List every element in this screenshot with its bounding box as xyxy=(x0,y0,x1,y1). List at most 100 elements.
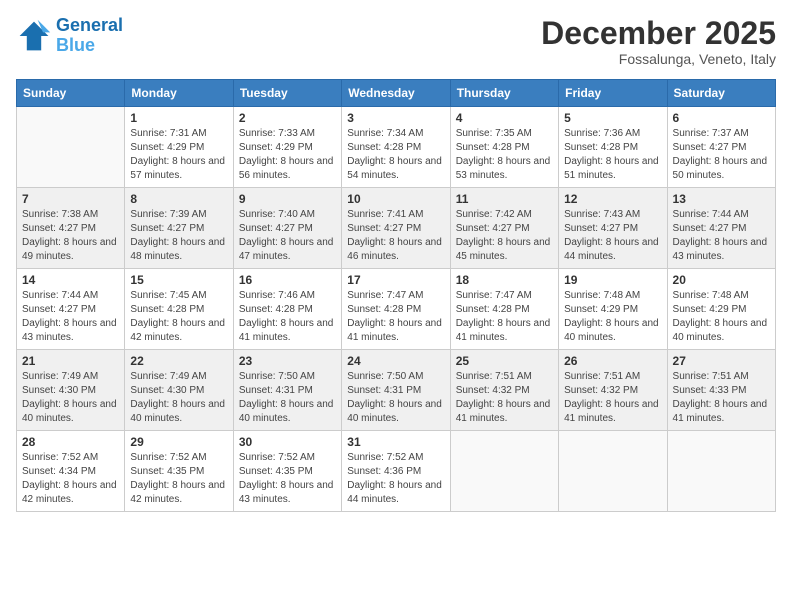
calendar-cell: 5 Sunrise: 7:36 AMSunset: 4:28 PMDaylight… xyxy=(559,107,667,188)
day-info: Sunrise: 7:49 AMSunset: 4:30 PMDaylight:… xyxy=(130,370,227,426)
calendar-week-3: 14 Sunrise: 7:44 AMSunset: 4:27 PMDayligh… xyxy=(17,269,776,350)
day-number: 31 xyxy=(347,435,444,449)
day-number: 23 xyxy=(239,354,336,368)
day-number: 4 xyxy=(456,111,553,125)
calendar-cell: 11 Sunrise: 7:42 AMSunset: 4:27 PMDayligh… xyxy=(450,188,558,269)
calendar-cell: 30 Sunrise: 7:52 AMSunset: 4:35 PMDayligh… xyxy=(233,431,341,512)
calendar-cell: 1 Sunrise: 7:31 AMSunset: 4:29 PMDaylight… xyxy=(125,107,233,188)
calendar-cell: 3 Sunrise: 7:34 AMSunset: 4:28 PMDaylight… xyxy=(342,107,450,188)
day-info: Sunrise: 7:44 AMSunset: 4:27 PMDaylight:… xyxy=(22,289,119,345)
day-number: 8 xyxy=(130,192,227,206)
day-number: 14 xyxy=(22,273,119,287)
calendar-header-row: SundayMondayTuesdayWednesdayThursdayFrid… xyxy=(17,80,776,107)
day-number: 19 xyxy=(564,273,661,287)
day-number: 22 xyxy=(130,354,227,368)
day-info: Sunrise: 7:50 AMSunset: 4:31 PMDaylight:… xyxy=(347,370,444,426)
month-title: December 2025 xyxy=(541,16,776,51)
calendar-cell: 15Sunrise: 7:45 AMSunset: 4:28 PMDayligh… xyxy=(125,269,233,350)
day-info: Sunrise: 7:44 AMSunset: 4:27 PMDaylight:… xyxy=(673,208,770,264)
calendar-cell: 24 Sunrise: 7:50 AMSunset: 4:31 PMDayligh… xyxy=(342,350,450,431)
calendar-week-4: 21 Sunrise: 7:49 AMSunset: 4:30 PMDayligh… xyxy=(17,350,776,431)
day-info: Sunrise: 7:41 AMSunset: 4:27 PMDaylight:… xyxy=(347,208,444,264)
day-info: Sunrise: 7:47 AMSunset: 4:28 PMDaylight:… xyxy=(347,289,444,345)
day-info: Sunrise: 7:50 AMSunset: 4:31 PMDaylight:… xyxy=(239,370,336,426)
weekday-header-wednesday: Wednesday xyxy=(342,80,450,107)
day-number: 7 xyxy=(22,192,119,206)
calendar-week-1: 1 Sunrise: 7:31 AMSunset: 4:29 PMDaylight… xyxy=(17,107,776,188)
logo-text: General Blue xyxy=(56,16,123,56)
calendar-cell: 10Sunrise: 7:41 AMSunset: 4:27 PMDayligh… xyxy=(342,188,450,269)
calendar-cell: 13Sunrise: 7:44 AMSunset: 4:27 PMDayligh… xyxy=(667,188,775,269)
calendar-cell: 28 Sunrise: 7:52 AMSunset: 4:34 PMDayligh… xyxy=(17,431,125,512)
weekday-header-sunday: Sunday xyxy=(17,80,125,107)
day-info: Sunrise: 7:38 AMSunset: 4:27 PMDaylight:… xyxy=(22,208,119,264)
day-info: Sunrise: 7:34 AMSunset: 4:28 PMDaylight:… xyxy=(347,127,444,183)
title-section: December 2025 Fossalunga, Veneto, Italy xyxy=(541,16,776,67)
day-info: Sunrise: 7:36 AMSunset: 4:28 PMDaylight:… xyxy=(564,127,661,183)
calendar-cell: 27 Sunrise: 7:51 AMSunset: 4:33 PMDayligh… xyxy=(667,350,775,431)
day-info: Sunrise: 7:51 AMSunset: 4:32 PMDaylight:… xyxy=(564,370,661,426)
day-info: Sunrise: 7:51 AMSunset: 4:33 PMDaylight:… xyxy=(673,370,770,426)
calendar-cell: 12 Sunrise: 7:43 AMSunset: 4:27 PMDayligh… xyxy=(559,188,667,269)
calendar-table: SundayMondayTuesdayWednesdayThursdayFrid… xyxy=(16,79,776,512)
calendar-week-5: 28 Sunrise: 7:52 AMSunset: 4:34 PMDayligh… xyxy=(17,431,776,512)
weekday-header-saturday: Saturday xyxy=(667,80,775,107)
calendar-cell: 9Sunrise: 7:40 AMSunset: 4:27 PMDaylight… xyxy=(233,188,341,269)
day-info: Sunrise: 7:51 AMSunset: 4:32 PMDaylight:… xyxy=(456,370,553,426)
day-info: Sunrise: 7:35 AMSunset: 4:28 PMDaylight:… xyxy=(456,127,553,183)
calendar-cell xyxy=(450,431,558,512)
day-number: 1 xyxy=(130,111,227,125)
page-header: General Blue December 2025 Fossalunga, V… xyxy=(16,16,776,67)
day-number: 28 xyxy=(22,435,119,449)
day-number: 3 xyxy=(347,111,444,125)
day-number: 21 xyxy=(22,354,119,368)
day-number: 26 xyxy=(564,354,661,368)
day-info: Sunrise: 7:39 AMSunset: 4:27 PMDaylight:… xyxy=(130,208,227,264)
calendar-cell: 31 Sunrise: 7:52 AMSunset: 4:36 PMDayligh… xyxy=(342,431,450,512)
day-info: Sunrise: 7:49 AMSunset: 4:30 PMDaylight:… xyxy=(22,370,119,426)
calendar-cell: 21 Sunrise: 7:49 AMSunset: 4:30 PMDayligh… xyxy=(17,350,125,431)
day-number: 17 xyxy=(347,273,444,287)
day-info: Sunrise: 7:48 AMSunset: 4:29 PMDaylight:… xyxy=(564,289,661,345)
calendar-cell: 7 Sunrise: 7:38 AMSunset: 4:27 PMDaylight… xyxy=(17,188,125,269)
day-number: 12 xyxy=(564,192,661,206)
day-info: Sunrise: 7:52 AMSunset: 4:34 PMDaylight:… xyxy=(22,451,119,507)
calendar-cell xyxy=(17,107,125,188)
calendar-cell: 22 Sunrise: 7:49 AMSunset: 4:30 PMDayligh… xyxy=(125,350,233,431)
weekday-header-monday: Monday xyxy=(125,80,233,107)
day-info: Sunrise: 7:37 AMSunset: 4:27 PMDaylight:… xyxy=(673,127,770,183)
weekday-header-tuesday: Tuesday xyxy=(233,80,341,107)
day-number: 30 xyxy=(239,435,336,449)
day-number: 20 xyxy=(673,273,770,287)
logo-icon xyxy=(16,18,52,54)
calendar-cell: 17 Sunrise: 7:47 AMSunset: 4:28 PMDayligh… xyxy=(342,269,450,350)
calendar-cell: 23 Sunrise: 7:50 AMSunset: 4:31 PMDayligh… xyxy=(233,350,341,431)
day-info: Sunrise: 7:42 AMSunset: 4:27 PMDaylight:… xyxy=(456,208,553,264)
day-number: 29 xyxy=(130,435,227,449)
day-info: Sunrise: 7:33 AMSunset: 4:29 PMDaylight:… xyxy=(239,127,336,183)
day-number: 27 xyxy=(673,354,770,368)
day-info: Sunrise: 7:46 AMSunset: 4:28 PMDaylight:… xyxy=(239,289,336,345)
calendar-cell: 20 Sunrise: 7:48 AMSunset: 4:29 PMDayligh… xyxy=(667,269,775,350)
calendar-cell: 4 Sunrise: 7:35 AMSunset: 4:28 PMDaylight… xyxy=(450,107,558,188)
weekday-header-friday: Friday xyxy=(559,80,667,107)
day-info: Sunrise: 7:48 AMSunset: 4:29 PMDaylight:… xyxy=(673,289,770,345)
calendar-cell: 14 Sunrise: 7:44 AMSunset: 4:27 PMDayligh… xyxy=(17,269,125,350)
calendar-cell: 16Sunrise: 7:46 AMSunset: 4:28 PMDayligh… xyxy=(233,269,341,350)
day-info: Sunrise: 7:43 AMSunset: 4:27 PMDaylight:… xyxy=(564,208,661,264)
logo: General Blue xyxy=(16,16,123,56)
calendar-cell: 26 Sunrise: 7:51 AMSunset: 4:32 PMDayligh… xyxy=(559,350,667,431)
day-info: Sunrise: 7:52 AMSunset: 4:35 PMDaylight:… xyxy=(239,451,336,507)
day-info: Sunrise: 7:31 AMSunset: 4:29 PMDaylight:… xyxy=(130,127,227,183)
day-info: Sunrise: 7:52 AMSunset: 4:36 PMDaylight:… xyxy=(347,451,444,507)
calendar-cell: 2Sunrise: 7:33 AMSunset: 4:29 PMDaylight… xyxy=(233,107,341,188)
calendar-cell: 25Sunrise: 7:51 AMSunset: 4:32 PMDayligh… xyxy=(450,350,558,431)
calendar-cell xyxy=(667,431,775,512)
calendar-cell xyxy=(559,431,667,512)
day-number: 5 xyxy=(564,111,661,125)
day-number: 24 xyxy=(347,354,444,368)
day-number: 9 xyxy=(239,192,336,206)
weekday-header-thursday: Thursday xyxy=(450,80,558,107)
day-number: 11 xyxy=(456,192,553,206)
day-number: 6 xyxy=(673,111,770,125)
